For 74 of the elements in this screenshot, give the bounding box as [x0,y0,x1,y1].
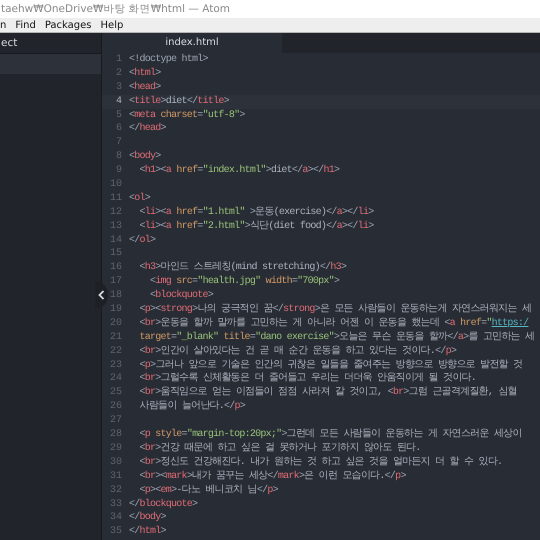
line-number: 14 [108,234,122,248]
chevron-left-icon [98,290,105,300]
code-line: </body> [129,511,166,526]
line-number: 4 [114,94,122,109]
code-line: <br>그럴수록 신체활동은 더 줄어들고 우리는 더더욱 안움직이게 될 것이다. [138,372,476,386]
line-number: 32 [108,484,122,498]
code-line: <blockquote> [149,289,214,304]
line-number: 31 [108,470,122,484]
menu-item[interactable]: Find [15,20,36,30]
line-number: 2 [114,66,122,81]
menu-item[interactable]: Help [100,20,124,30]
line-number: 23 [108,358,122,372]
code-line: target="_blank" title="dano exercise">오늘은 무슨 운동을 할까</a>를 고민하는 세 [138,330,534,345]
line-number: 18 [108,289,122,304]
code-line: <br>정신도 건강해진다. 내가 원하는 것 하고 싶은 것을 얼마든지 더 할 수 있다. [138,456,502,470]
line-number: 7 [114,136,122,150]
code-line: <img src="health.jpg" width="700px"> [149,275,340,290]
code-line: <!doctype html> [129,53,208,67]
file-tab[interactable]: index.html [102,33,282,53]
code-line: <p><strong>나의 궁극적인 꿈</strong>은 모든 사람들이 운동하는게 자연스러워지는 세 [138,303,532,317]
code-line: <ol> [129,192,150,206]
code-line: <br>운동을 할까 말까를 고민하는 게 아니라 어젠 이 운동을 했는데 <a href="https:/ [138,316,528,331]
code-line: <head> [129,80,161,95]
line-number: 3 [114,80,122,95]
collapse-button[interactable] [95,281,108,309]
line-number: 12 [108,206,122,220]
line-number: 13 [108,220,122,234]
code-line: <p style="margin-top:20px;">그런데 모든 사람들이 운동하는 게 자연스러운 세상이 [138,428,522,442]
line-number: 22 [108,344,122,359]
line-number: 24 [108,372,122,386]
line-number: 35 [108,525,122,540]
line-number: 27 [108,414,122,428]
line-number: 11 [108,192,122,206]
code-line: </html> [129,525,166,540]
line-number: 15 [108,247,122,262]
line-number: 1 [114,53,122,67]
line-number: 17 [108,275,122,290]
line-number: 21 [108,330,122,345]
line-number: 25 [108,386,122,400]
line-number: 9 [114,164,122,178]
code-line: </ol> [129,234,156,248]
code-line: </head> [129,122,166,136]
window-title: taehw₩OneDrive₩바탕 화면₩html — Atom [1,2,230,16]
line-number: 5 [114,108,122,122]
line-number: 34 [108,511,122,526]
line-number: 26 [108,400,122,414]
code-line: <html> [129,66,161,81]
menu-item[interactable]: Packages [44,20,92,30]
code-line: <br>움직임으로 얻는 이점들이 점점 사라져 갈 것이고, <br>그럼 근골격계질환, 심혈 [138,386,517,400]
line-number: 28 [108,428,122,442]
code-line: <h1><a href="index.html">diet</a></h1> [138,164,340,178]
line-number: 8 [114,150,122,164]
code-line: 사람들이 늘어난다.</p> [138,400,246,414]
code-line: <br>인간이 살아있다는 건 곧 매 순간 운동을 하고 있다는 것이다.</p> [138,344,456,359]
line-number: 33 [108,498,122,512]
line-number: 19 [108,303,122,317]
code-line: <li><a href="1.html" >운동(exercise)</a></li> [138,206,374,220]
line-number: 10 [108,178,122,192]
line-number: 30 [108,456,122,470]
code-line: <h3>마인드 스트레칭(mind stretching)</h3> [138,261,346,276]
code-line: <li><a href="2.html">식단(diet food)</a></li> [138,220,374,234]
code-line: <br>건강 때문에 하고 싶은 걸 못하거나 포기하지 않아도 된다. [138,442,421,456]
menu-item[interactable]: n [0,20,6,30]
code-line: <p>그러나 앞으로 기술은 인간의 귀찮은 일들을 줄여주는 방향으로 방향으로 발전할 것 [138,358,522,372]
code-line: <title>diet</title> [129,94,229,109]
code-line: <meta charset="utf-8"> [129,108,245,122]
line-number: 29 [108,442,122,456]
line-number: 6 [114,122,122,136]
code-line: <p><em>-다노 베니코치 님</p> [138,484,278,498]
line-number: 20 [108,316,122,331]
code-line: <br><mark>내가 꿈꾸는 세상</mark>은 이런 모습이다.</p> [138,470,406,484]
code-line: <body> [129,150,161,164]
code-line: </blockquote> [129,498,198,512]
line-number: 16 [108,261,122,276]
